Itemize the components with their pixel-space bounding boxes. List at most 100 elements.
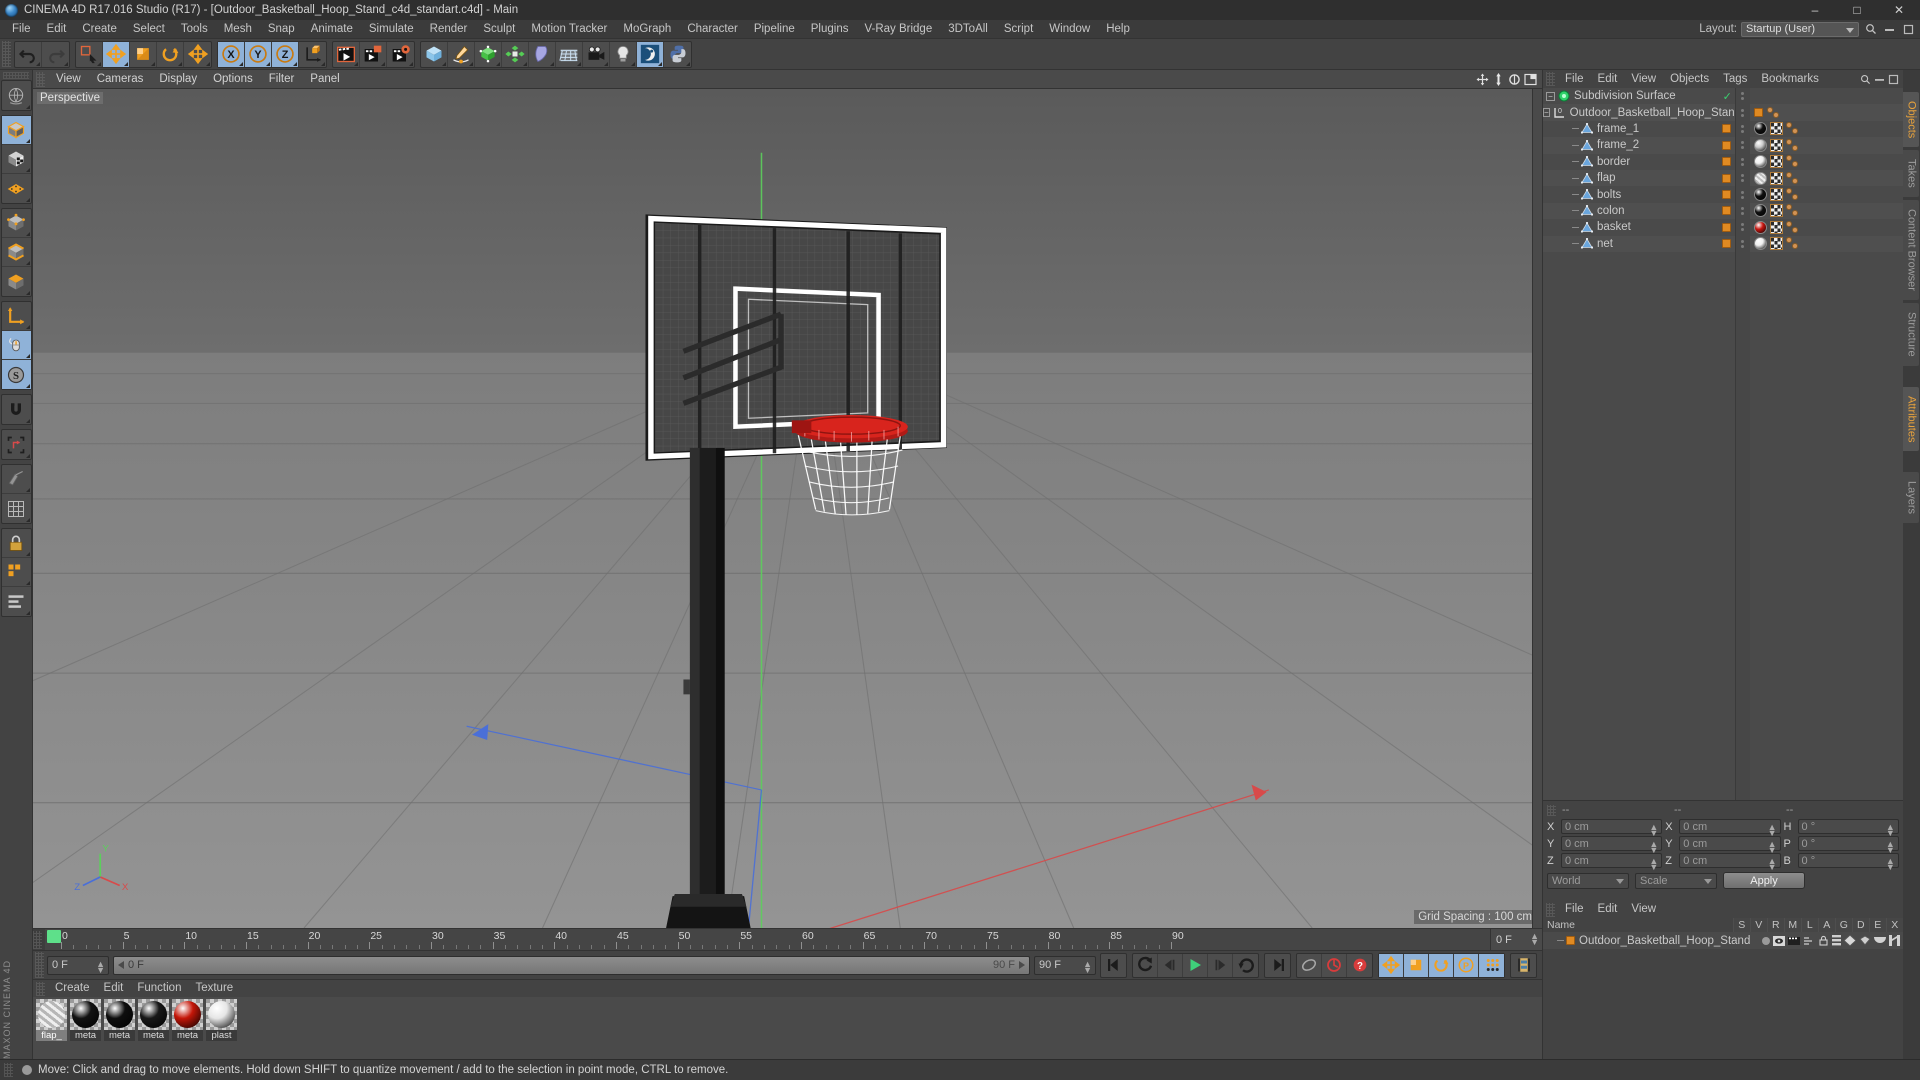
nurbs-generator-icon[interactable]: [475, 41, 502, 67]
visibility-dot[interactable]: [1761, 936, 1770, 945]
magnet-icon[interactable]: [2, 395, 31, 424]
object-visibility-dots[interactable]: [1735, 88, 1750, 800]
menu-render[interactable]: Render: [422, 20, 476, 39]
column-header-g[interactable]: G: [1834, 918, 1852, 932]
position-field[interactable]: 0 cm ▲ ▼: [1561, 853, 1663, 872]
axis-x-icon[interactable]: X: [218, 41, 245, 67]
spinner-icon[interactable]: ▲ ▼: [96, 959, 105, 974]
visibility-dots[interactable]: [1736, 203, 1750, 219]
material-swatch[interactable]: meta: [172, 999, 203, 1041]
position-key-icon[interactable]: [1379, 953, 1404, 977]
xpresso-icon[interactable]: [1888, 935, 1900, 946]
menu-create[interactable]: Create: [74, 20, 125, 39]
object-tag-row[interactable]: [1750, 154, 1903, 170]
spinner-icon[interactable]: ▲ ▼: [1083, 959, 1092, 974]
material-menu-texture[interactable]: Texture: [188, 980, 240, 997]
render-visibility-dot[interactable]: [1741, 113, 1745, 117]
minimize-button[interactable]: –: [1794, 0, 1836, 20]
editor-visibility-dot[interactable]: [1741, 206, 1745, 210]
eye-icon[interactable]: [1772, 935, 1785, 946]
uvw-tag-icon[interactable]: [1769, 204, 1783, 218]
coord-system-dropdown[interactable]: World: [1547, 872, 1629, 889]
expand-collapse-icon[interactable]: −: [1543, 108, 1550, 118]
layer-color-swatch[interactable]: [1721, 173, 1731, 183]
position-field[interactable]: 0 cm ▲ ▼: [1561, 836, 1663, 855]
object-menu-bookmarks[interactable]: Bookmarks: [1754, 70, 1826, 88]
menu-script[interactable]: Script: [996, 20, 1041, 39]
timeline-icon[interactable]: [1511, 954, 1536, 977]
object-tree-row[interactable]: flap: [1543, 169, 1735, 187]
play-forward-icon[interactable]: [1183, 953, 1208, 977]
material-swatch[interactable]: flap_: [36, 999, 67, 1041]
render-visibility-dot[interactable]: [1741, 211, 1745, 215]
left-toolbar-grip[interactable]: [3, 72, 29, 79]
maximize-button[interactable]: □: [1836, 0, 1878, 20]
material-manager-grip[interactable]: [36, 981, 45, 996]
rotation-field[interactable]: 0 ° ▲ ▼: [1797, 836, 1899, 855]
timeline-playhead[interactable]: [47, 930, 61, 943]
object-tree-row[interactable]: bolts: [1543, 186, 1735, 202]
phong-tag-icon[interactable]: [1785, 138, 1801, 152]
rotate-view-icon[interactable]: [1508, 73, 1521, 86]
model-mode-icon[interactable]: [1, 116, 31, 145]
axis-mode-icon[interactable]: [2, 267, 31, 296]
uvw-tag-icon[interactable]: [1769, 122, 1783, 136]
viewport-grip[interactable]: [36, 71, 45, 87]
uvw-tag-icon[interactable]: [1769, 155, 1783, 169]
object-tag-row[interactable]: [1750, 121, 1903, 137]
menu-snap[interactable]: Snap: [260, 20, 303, 39]
array-deformer-icon[interactable]: [502, 41, 529, 67]
object-tag-row[interactable]: [1749, 137, 1903, 154]
autokeying-icon[interactable]: [1322, 953, 1347, 977]
coord-mode-dropdown[interactable]: Scale: [1635, 872, 1717, 889]
edges-mode-icon[interactable]: [1, 209, 31, 238]
visibility-dots[interactable]: [1736, 170, 1750, 186]
phong-tag-icon[interactable]: [1785, 220, 1801, 234]
object-tag-row[interactable]: [1750, 186, 1903, 202]
material-tag-icon[interactable]: [1753, 237, 1767, 251]
phong-tag-icon[interactable]: [1766, 106, 1781, 119]
pan-icon[interactable]: [1476, 73, 1489, 86]
loop-icon[interactable]: [1233, 954, 1258, 977]
edge-tab-layers[interactable]: Layers: [1903, 472, 1920, 524]
go-to-start-icon[interactable]: [1101, 954, 1126, 977]
menu-plugins[interactable]: Plugins: [803, 20, 857, 39]
visibility-dots[interactable]: [1736, 154, 1750, 170]
menu-mesh[interactable]: Mesh: [216, 20, 260, 39]
size-field[interactable]: 0 cm ▲ ▼: [1679, 819, 1781, 838]
parameter-key-icon[interactable]: P: [1454, 953, 1479, 977]
material-swatch[interactable]: meta: [104, 999, 135, 1041]
manager-icon[interactable]: [1803, 936, 1815, 946]
layer-tag-icon[interactable]: [1753, 108, 1763, 118]
grid-icon[interactable]: [1, 558, 31, 587]
sculpt-icon[interactable]: [637, 41, 664, 67]
object-tree-row[interactable]: frame_1: [1543, 121, 1735, 137]
undo-view-icon[interactable]: [2, 81, 31, 110]
editor-visibility-dot[interactable]: [1741, 174, 1745, 178]
spinner-icon[interactable]: ▲ ▼: [1886, 840, 1895, 855]
render-visibility-dot[interactable]: [1741, 195, 1745, 199]
move-icon[interactable]: [103, 41, 130, 67]
menu-tools[interactable]: Tools: [173, 20, 216, 39]
deformer-icon[interactable]: [1859, 935, 1871, 946]
phong-tag-icon[interactable]: [1785, 122, 1801, 135]
coordinates-grip[interactable]: [1547, 804, 1556, 816]
spline-pen-icon[interactable]: [448, 41, 475, 67]
menu-v-ray-bridge[interactable]: V-Ray Bridge: [856, 20, 940, 39]
material-menu-edit[interactable]: Edit: [97, 980, 131, 997]
panel-minimize-icon[interactable]: [1882, 22, 1897, 37]
object-menu-file[interactable]: File: [1558, 70, 1591, 88]
side-tab-takes[interactable]: Takes: [1903, 150, 1920, 198]
phong-tag-icon[interactable]: [1785, 171, 1801, 185]
object-list-row[interactable]: Outdoor_Basketball_Hoop_Stand: [1543, 932, 1903, 949]
render-visibility-dot[interactable]: [1741, 97, 1745, 101]
object-axis-icon[interactable]: [1, 302, 31, 331]
uvw-tag-icon[interactable]: [1769, 237, 1783, 251]
object-tag-row[interactable]: [1749, 235, 1903, 252]
scale-icon[interactable]: [130, 41, 157, 67]
toolbar-grip[interactable]: [2, 41, 11, 67]
visibility-dots[interactable]: [1736, 88, 1750, 104]
panel-restore-icon[interactable]: [1901, 22, 1916, 37]
side-tab-structure[interactable]: Structure: [1903, 302, 1920, 366]
phong-tag-icon[interactable]: [1785, 204, 1801, 217]
